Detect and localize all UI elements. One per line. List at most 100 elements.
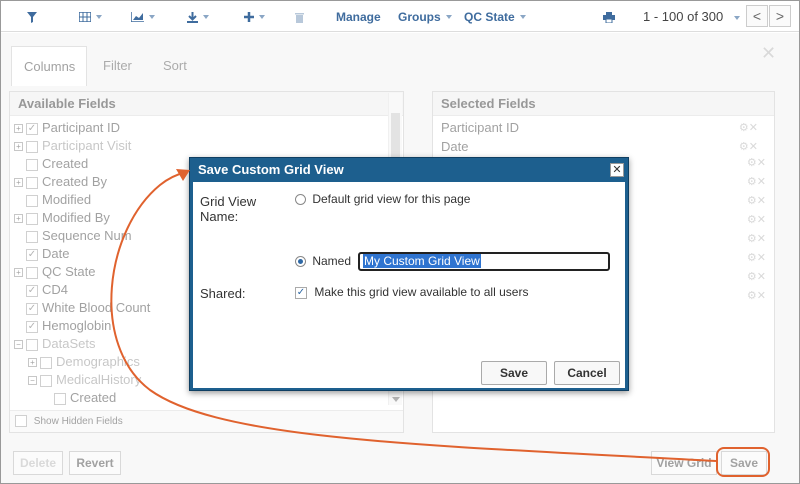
available-field-row[interactable]: + Created By xyxy=(14,173,107,191)
chevron-down-icon xyxy=(519,15,526,19)
checkbox-checked-icon[interactable]: ✓ xyxy=(26,122,38,135)
close-icon[interactable]: ✕ xyxy=(761,43,776,64)
checkbox-icon[interactable] xyxy=(40,356,52,369)
grid-views-button[interactable] xyxy=(79,9,102,25)
view-grid-button[interactable]: View Grid xyxy=(651,451,717,475)
view-name-input[interactable]: My Custom Grid View xyxy=(358,252,610,271)
field-tools-icon[interactable]: ⚙✕ xyxy=(747,232,766,245)
default-option-row[interactable]: Default grid view for this page xyxy=(295,192,470,206)
charts-button[interactable] xyxy=(131,9,155,25)
tab-filter[interactable]: Filter xyxy=(91,46,144,86)
selected-field-row[interactable]: Date ⚙✕ xyxy=(441,138,766,156)
radio-default[interactable] xyxy=(295,194,306,206)
field-tools-icon[interactable]: ⚙✕ xyxy=(747,156,766,169)
groups-button[interactable]: Groups xyxy=(398,9,452,25)
print-button[interactable] xyxy=(603,9,615,25)
pagination-text[interactable]: 1 - 100 of 300 xyxy=(643,9,723,24)
field-tools-icon[interactable]: ⚙✕ xyxy=(747,175,766,188)
delete-rows-button[interactable] xyxy=(295,9,304,25)
collapse-icon[interactable]: − xyxy=(14,340,23,350)
available-field-label: Date xyxy=(42,246,70,261)
available-field-row[interactable]: ✓ Date xyxy=(14,245,69,263)
available-field-row[interactable]: + ✓ Participant ID xyxy=(14,119,120,137)
checkbox-icon[interactable] xyxy=(26,194,38,207)
checkbox-icon[interactable] xyxy=(26,212,38,225)
checkbox-icon[interactable] xyxy=(26,158,38,171)
selected-field-row[interactable]: Participant ID ⚙✕ xyxy=(441,119,766,137)
expand-icon[interactable]: + xyxy=(14,124,23,134)
scroll-down-icon[interactable] xyxy=(392,397,400,402)
checkbox-checked-icon[interactable]: ✓ xyxy=(26,248,38,261)
checkbox-checked-icon[interactable]: ✓ xyxy=(295,286,307,299)
available-field-label: DataSets xyxy=(42,336,96,351)
available-field-label: Created xyxy=(70,390,117,405)
checkbox-icon[interactable] xyxy=(26,266,38,279)
trash-icon xyxy=(295,12,304,23)
checkbox-icon[interactable] xyxy=(15,415,27,428)
available-field-row[interactable]: + QC State xyxy=(14,263,95,281)
selected-field-label: Date xyxy=(441,139,469,154)
next-page-button[interactable]: > xyxy=(769,5,791,27)
available-field-row[interactable]: Created xyxy=(42,389,116,407)
save-highlight xyxy=(716,447,770,477)
available-field-row[interactable]: − DataSets xyxy=(14,335,95,353)
checkbox-icon[interactable] xyxy=(40,374,52,387)
view-name-value: My Custom Grid View xyxy=(363,254,481,268)
shared-option-row[interactable]: ✓ Make this grid view available to all u… xyxy=(295,285,528,299)
dialog-save-button[interactable]: Save xyxy=(481,361,547,385)
expand-icon[interactable]: + xyxy=(14,142,23,152)
filter-button[interactable] xyxy=(27,9,37,25)
expand-icon[interactable]: + xyxy=(14,178,23,188)
field-tools-icon[interactable]: ⚙✕ xyxy=(739,138,758,156)
pager-dropdown-icon[interactable] xyxy=(734,16,740,20)
available-field-row[interactable]: − MedicalHistory xyxy=(28,371,141,389)
collapse-icon[interactable]: − xyxy=(28,376,37,386)
tab-columns[interactable]: Columns xyxy=(11,46,87,86)
tab-sort[interactable]: Sort xyxy=(151,46,199,86)
insert-button[interactable] xyxy=(244,9,265,25)
checkbox-checked-icon[interactable]: ✓ xyxy=(26,284,38,297)
field-tools-icon[interactable]: ⚙✕ xyxy=(739,119,758,137)
field-tools-icon[interactable]: ⚙✕ xyxy=(747,270,766,283)
show-hidden-label: Show Hidden Fields xyxy=(33,416,123,427)
show-hidden-row[interactable]: Show Hidden Fields xyxy=(10,410,403,432)
export-button[interactable] xyxy=(187,9,209,25)
expand-icon[interactable]: + xyxy=(14,214,23,224)
available-field-row[interactable]: Modified xyxy=(14,191,91,209)
expand-icon[interactable]: + xyxy=(28,358,37,368)
checkbox-icon[interactable] xyxy=(54,392,66,405)
expand-icon[interactable]: + xyxy=(14,268,23,278)
field-tools-icon[interactable]: ⚙✕ xyxy=(747,194,766,207)
checkbox-icon[interactable] xyxy=(26,230,38,243)
checkbox-icon[interactable] xyxy=(26,140,38,153)
available-field-row[interactable]: Sequence Num xyxy=(14,227,132,245)
dialog-cancel-button[interactable]: Cancel xyxy=(554,361,620,385)
available-field-row[interactable]: + Modified By xyxy=(14,209,110,227)
available-field-label: Sequence Num xyxy=(42,228,132,243)
available-field-row[interactable]: ✓ CD4 xyxy=(14,281,68,299)
chevron-down-icon xyxy=(259,15,265,19)
checkbox-icon[interactable] xyxy=(26,176,38,189)
checkbox-checked-icon[interactable]: ✓ xyxy=(26,320,38,333)
field-tools-icon[interactable]: ⚙✕ xyxy=(747,213,766,226)
available-field-row[interactable]: + Demographics xyxy=(28,353,140,371)
revert-button[interactable]: Revert xyxy=(69,451,121,475)
available-field-row[interactable]: + Participant Visit xyxy=(14,137,131,155)
manage-label: Manage xyxy=(336,10,381,24)
grid-icon xyxy=(79,12,91,22)
field-tools-icon[interactable]: ⚙✕ xyxy=(747,289,766,302)
available-field-row[interactable]: ✓ Hemoglobin xyxy=(14,317,111,335)
field-tools-icon[interactable]: ⚙✕ xyxy=(747,251,766,264)
available-field-row[interactable]: ✓ White Blood Count xyxy=(14,299,150,317)
checkbox-icon[interactable] xyxy=(26,338,38,351)
delete-button[interactable]: Delete xyxy=(13,451,63,475)
named-option-row[interactable]: Named xyxy=(295,254,351,268)
radio-named[interactable] xyxy=(295,256,306,268)
checkbox-checked-icon[interactable]: ✓ xyxy=(26,302,38,315)
manage-button[interactable]: Manage xyxy=(336,9,381,25)
chart-icon xyxy=(131,12,144,22)
prev-page-button[interactable]: < xyxy=(746,5,768,27)
qc-state-button[interactable]: QC State xyxy=(464,9,526,25)
close-icon[interactable]: ✕ xyxy=(610,163,624,177)
available-field-row[interactable]: Created xyxy=(14,155,88,173)
